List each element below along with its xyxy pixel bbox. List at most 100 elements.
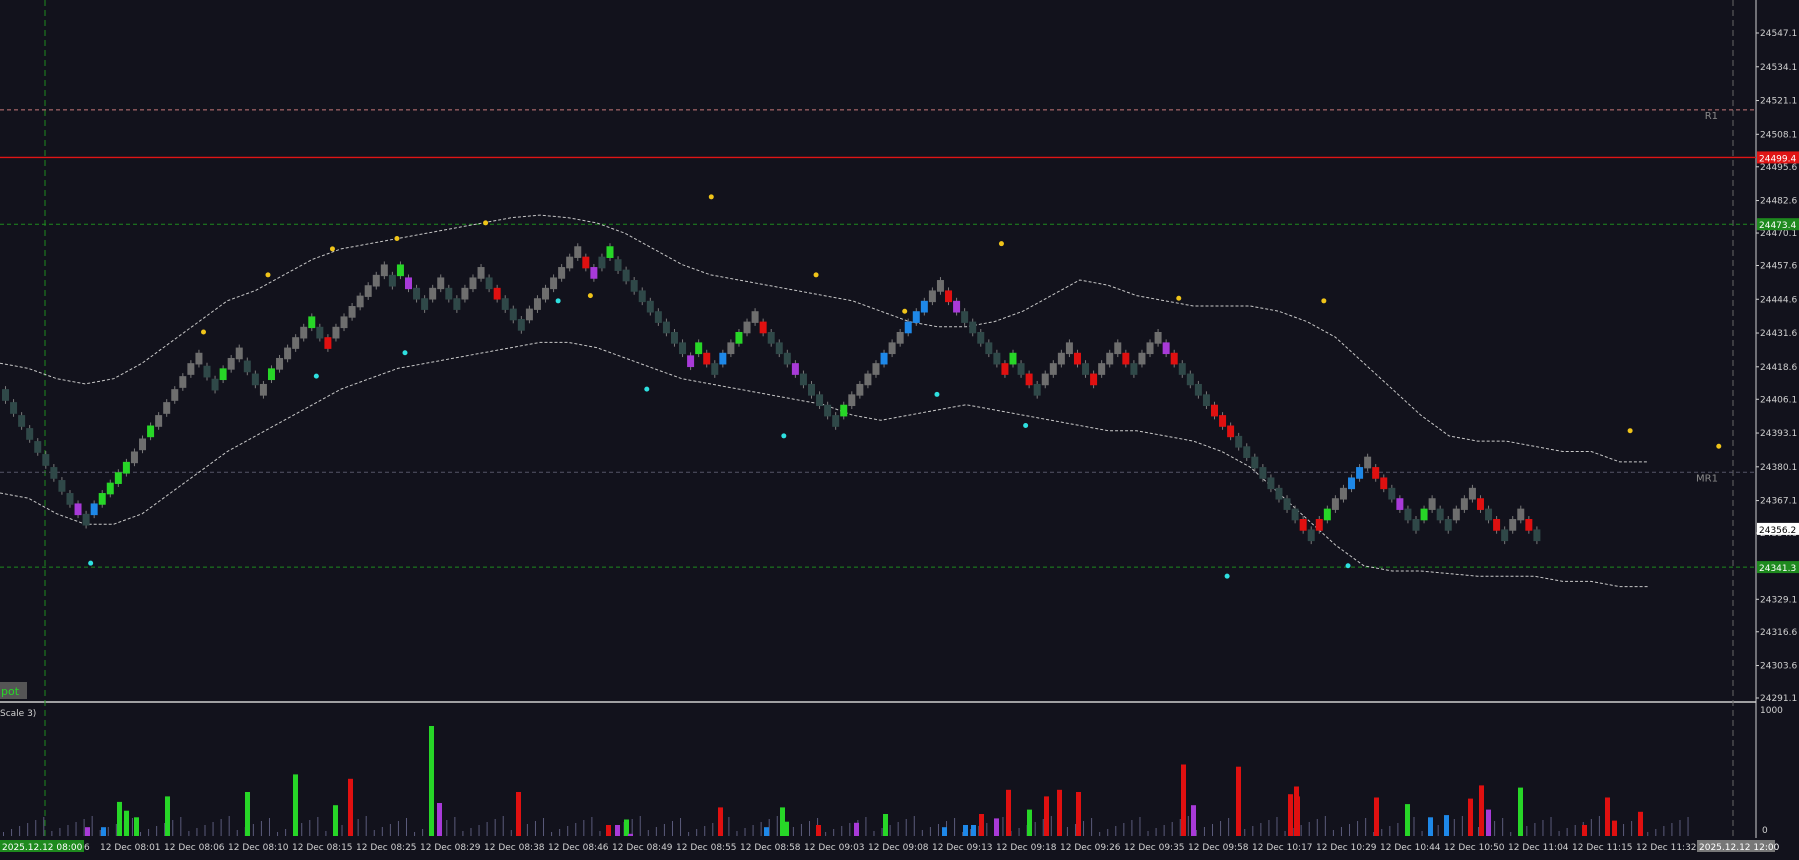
renko-brick: [928, 290, 936, 303]
renko-brick: [1194, 383, 1202, 396]
volume-bar-minor: [1679, 820, 1681, 836]
cyan-dot: [1023, 423, 1029, 429]
renko-brick: [1428, 498, 1436, 510]
volume-bar: [1374, 797, 1379, 836]
volume-bar-minor: [1179, 819, 1181, 836]
renko-brick: [719, 352, 727, 365]
volume-bar-minor: [567, 826, 569, 836]
renko-brick: [1267, 477, 1275, 490]
renko-brick: [598, 256, 606, 269]
renko-brick: [945, 290, 953, 303]
level-label-MR1: MR1: [1696, 473, 1718, 484]
time-tick-label: 12 Dec 08:25: [356, 843, 417, 853]
renko-brick: [783, 352, 791, 365]
time-fragment: 6: [84, 843, 90, 853]
time-tick-label: 12 Dec 08:06: [164, 843, 225, 853]
renko-brick: [1525, 519, 1533, 531]
renko-brick: [799, 373, 807, 386]
renko-brick: [324, 337, 332, 349]
volume-bar-minor: [1107, 829, 1109, 836]
volume-bar-minor: [1195, 830, 1197, 836]
time-start-tag: 2025.12.12 08:00: [2, 843, 83, 853]
renko-brick: [251, 373, 259, 386]
time-end-tag: 2025.12.12 12:00: [1699, 843, 1780, 853]
volume-bar-minor: [220, 819, 222, 836]
renko-brick: [453, 298, 461, 310]
renko-brick: [816, 394, 824, 407]
time-tick-label: 12 Dec 08:15: [292, 843, 353, 853]
renko-brick: [1283, 498, 1291, 510]
volume-bar-minor: [11, 829, 13, 836]
volume-bar-minor: [478, 825, 480, 836]
volume-bar: [1582, 825, 1587, 836]
renko-brick: [1235, 435, 1243, 448]
renko-brick: [235, 347, 243, 360]
renko-brick: [590, 267, 598, 279]
volume-bar: [1479, 785, 1484, 836]
level-tag-green-upper: 24473.4: [1759, 221, 1796, 231]
renko-brick: [1348, 477, 1356, 490]
renko-brick: [1025, 373, 1033, 386]
volume-bar-minor: [43, 817, 45, 836]
volume-bar: [1638, 811, 1643, 836]
renko-brick: [34, 441, 42, 453]
time-tick-label: 12 Dec 09:03: [804, 843, 865, 853]
renko-brick: [953, 300, 961, 313]
volume-bar-minor: [301, 823, 303, 836]
cyan-dot: [313, 373, 319, 379]
price-tick-label: 24380.1: [1760, 463, 1797, 473]
renko-brick: [485, 277, 493, 290]
volume-bar: [1605, 797, 1610, 836]
volume-bar-minor: [1220, 821, 1222, 836]
volume-bar-minor: [1155, 828, 1157, 836]
renko-brick: [582, 256, 590, 269]
renko-brick: [58, 480, 66, 492]
renko-brick: [614, 259, 622, 271]
renko-brick: [1138, 352, 1146, 365]
renko-brick: [2, 389, 9, 401]
renko-brick: [1186, 373, 1194, 386]
volume-bar-minor: [1526, 826, 1528, 836]
volume-bar-minor: [800, 824, 802, 836]
volume-bar-minor: [937, 824, 939, 836]
volume-bar-minor: [825, 832, 827, 836]
volume-bar-minor: [1453, 819, 1455, 836]
yellow-dot: [587, 293, 593, 299]
renko-brick: [267, 368, 275, 381]
renko-brick: [840, 404, 848, 417]
price-tick-label: 24508.1: [1760, 130, 1797, 140]
volume-bar-minor: [1349, 824, 1351, 836]
volume-bar: [624, 819, 629, 836]
volume-bar-minor: [744, 828, 746, 836]
volume-bar: [1405, 804, 1410, 836]
time-tick-label: 12 Dec 08:10: [228, 843, 289, 853]
renko-brick: [203, 365, 211, 378]
volume-bar-minor: [486, 822, 488, 836]
renko-brick: [292, 337, 300, 349]
renko-brick: [122, 461, 130, 474]
renko-brick: [1517, 508, 1525, 521]
renko-brick: [66, 493, 74, 505]
volume-bar: [1612, 820, 1617, 836]
renko-brick: [1219, 415, 1227, 427]
current-price-tag: 24356.2: [1759, 526, 1796, 536]
sub-panel-max-label: 1000: [1760, 706, 1783, 716]
volume-bar-minor: [1534, 823, 1536, 836]
volume-bar: [1181, 764, 1186, 836]
volume-bar-minor: [1357, 821, 1359, 836]
volume-bar-minor: [99, 830, 101, 836]
price-tick-label: 24444.6: [1760, 295, 1797, 305]
renko-brick: [969, 321, 977, 334]
renko-chart[interactable]: R1 24499.4 24473.4 MR1 24341.3 24547.1 24534.…: [0, 0, 1799, 856]
volume-bar-minor: [551, 832, 553, 836]
volume-bar-minor: [1502, 818, 1504, 836]
volume-bar-minor: [534, 821, 536, 836]
volume-bar-minor: [1542, 820, 1544, 836]
renko-brick: [1364, 456, 1372, 469]
volume-bar-minor: [422, 829, 424, 836]
renko-brick: [872, 363, 880, 375]
volume-bar-minor: [1655, 829, 1657, 836]
renko-brick: [1468, 487, 1476, 500]
cyan-dot: [402, 350, 408, 356]
volume-bar-minor: [188, 831, 190, 836]
